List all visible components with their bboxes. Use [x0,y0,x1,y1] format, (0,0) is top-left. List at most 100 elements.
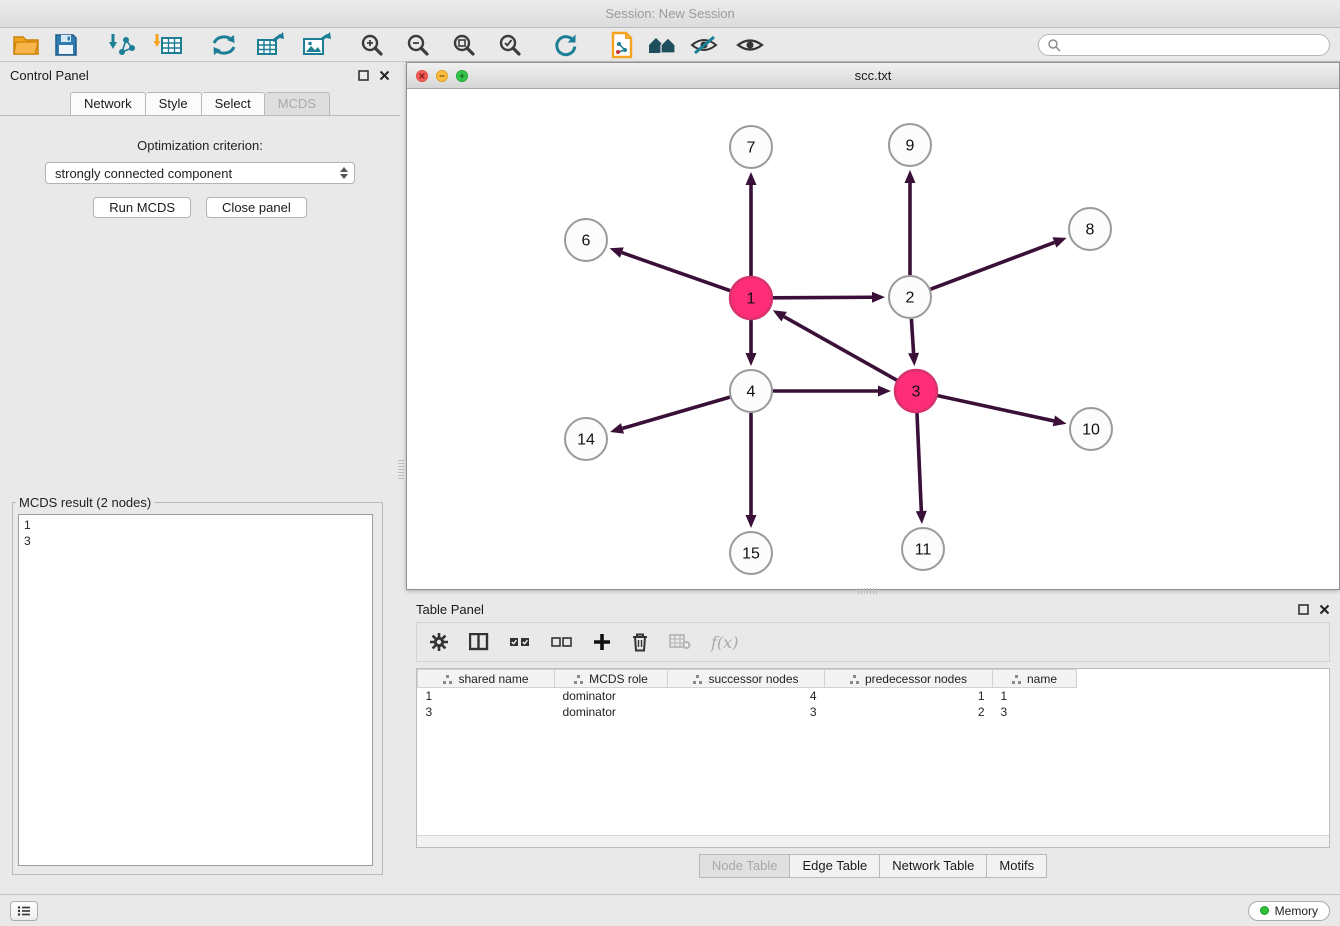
window-minimize-button[interactable] [436,70,448,82]
node-3[interactable]: 3 [895,370,937,412]
tab-network[interactable]: Network [70,92,146,115]
export-network-button[interactable] [208,30,240,60]
column-header-successor-nodes[interactable]: successor nodes [668,670,825,688]
save-session-button[interactable] [50,30,82,60]
edge-1-6[interactable] [622,253,730,291]
window-close-button[interactable] [416,70,428,82]
close-panel-action-button[interactable]: Close panel [206,197,307,218]
network-window-titlebar[interactable]: scc.txt [407,63,1339,89]
edge-2-8[interactable] [931,242,1055,289]
table-cell[interactable]: 3 [418,704,555,720]
function-builder-button[interactable]: f(x) [711,633,738,652]
zoom-out-button[interactable] [402,30,434,60]
edge-2-3[interactable] [911,319,913,353]
edge-1-2[interactable] [773,297,872,298]
session-doc-button[interactable] [606,30,638,60]
table-cell[interactable]: 4 [668,688,825,704]
table-panel-header: Table Panel [406,596,1340,622]
zoom-out-icon [405,32,431,58]
run-mcds-button[interactable]: Run MCDS [93,197,191,218]
show-column-button[interactable] [469,633,489,651]
panel-splitter[interactable] [398,460,404,480]
float-panel-button[interactable] [358,70,369,81]
zoom-in-button[interactable] [356,30,388,60]
column-header-predecessor-nodes[interactable]: predecessor nodes [825,670,993,688]
refresh-layout-button[interactable] [550,30,582,60]
columns-icon [469,633,489,651]
export-image-button[interactable] [300,30,332,60]
select-all-columns-button[interactable] [509,636,531,648]
close-table-panel-button[interactable] [1319,604,1330,615]
tab-edge-table[interactable]: Edge Table [790,854,880,878]
table-horizontal-scrollbar[interactable] [417,835,1329,847]
column-header-name[interactable]: name [993,670,1077,688]
node-15[interactable]: 15 [730,532,772,574]
table-cell[interactable]: 3 [668,704,825,720]
result-item[interactable]: 3 [24,533,367,549]
node-1[interactable]: 1 [730,277,772,319]
show-all-button[interactable] [734,30,766,60]
node-7[interactable]: 7 [730,126,772,168]
node-9[interactable]: 9 [889,124,931,166]
table-cell[interactable]: 3 [993,704,1077,720]
tab-motifs[interactable]: Motifs [987,854,1047,878]
hide-selected-button[interactable] [688,30,720,60]
export-network-icon [210,32,238,58]
node-10[interactable]: 10 [1070,408,1112,450]
column-header-shared-name[interactable]: shared name [418,670,555,688]
open-session-button[interactable] [10,30,42,60]
network-canvas[interactable]: 7 9 6 8 1 2 4 3 14 10 15 11 [407,89,1339,589]
home-networks-button[interactable] [646,30,680,60]
memory-button[interactable]: Memory [1248,901,1330,921]
mcds-result-list[interactable]: 13 [18,514,373,866]
close-panel-button[interactable] [379,70,390,81]
table-cell[interactable]: 1 [993,688,1077,704]
tab-node-table[interactable]: Node Table [699,854,791,878]
unselect-all-columns-button[interactable] [551,636,573,648]
zoom-fit-button[interactable] [448,30,480,60]
delete-table-button[interactable] [669,634,691,650]
search-input[interactable] [1066,38,1321,52]
optimization-select[interactable]: strongly connected component [45,162,355,184]
task-history-button[interactable] [10,901,38,921]
export-table-button[interactable] [254,30,286,60]
edge-3-11[interactable] [917,413,921,511]
node-6[interactable]: 6 [565,219,607,261]
window-resize-grip[interactable] [858,588,878,594]
table-cell[interactable]: 1 [825,688,993,704]
edge-3-10[interactable] [937,396,1053,421]
table-row[interactable]: 1dominator411 [418,688,1077,704]
column-header-MCDS-role[interactable]: MCDS role [555,670,668,688]
table-cell[interactable]: dominator [555,704,668,720]
node-4[interactable]: 4 [730,370,772,412]
column-label: predecessor nodes [865,672,967,686]
create-column-button[interactable] [593,633,611,651]
table-cell[interactable]: 2 [825,704,993,720]
float-table-panel-button[interactable] [1298,604,1309,615]
table-settings-button[interactable] [429,632,449,652]
result-item[interactable]: 1 [24,517,367,533]
minimize-icon [439,73,445,79]
node-2[interactable]: 2 [889,276,931,318]
table-row[interactable]: 3dominator323 [418,704,1077,720]
window-zoom-button[interactable] [456,70,468,82]
table-cell[interactable]: 1 [418,688,555,704]
import-network-button[interactable] [106,30,138,60]
search-field[interactable] [1038,34,1330,56]
window-titlebar[interactable]: Session: New Session [0,0,1340,28]
edge-3-1[interactable] [784,317,897,381]
tab-mcds[interactable]: MCDS [265,92,330,115]
eye-slash-icon [689,33,719,57]
import-table-button[interactable] [152,30,184,60]
node-8[interactable]: 8 [1069,208,1111,250]
edge-4-14[interactable] [622,397,729,428]
tab-network-table[interactable]: Network Table [880,854,987,878]
delete-columns-button[interactable] [631,632,649,652]
table-panel-tabs: Node TableEdge TableNetwork TableMotifs [406,854,1340,878]
node-11[interactable]: 11 [902,528,944,570]
zoom-selected-button[interactable] [494,30,526,60]
tab-style[interactable]: Style [146,92,202,115]
node-14[interactable]: 14 [565,418,607,460]
tab-select[interactable]: Select [202,92,265,115]
table-cell[interactable]: dominator [555,688,668,704]
